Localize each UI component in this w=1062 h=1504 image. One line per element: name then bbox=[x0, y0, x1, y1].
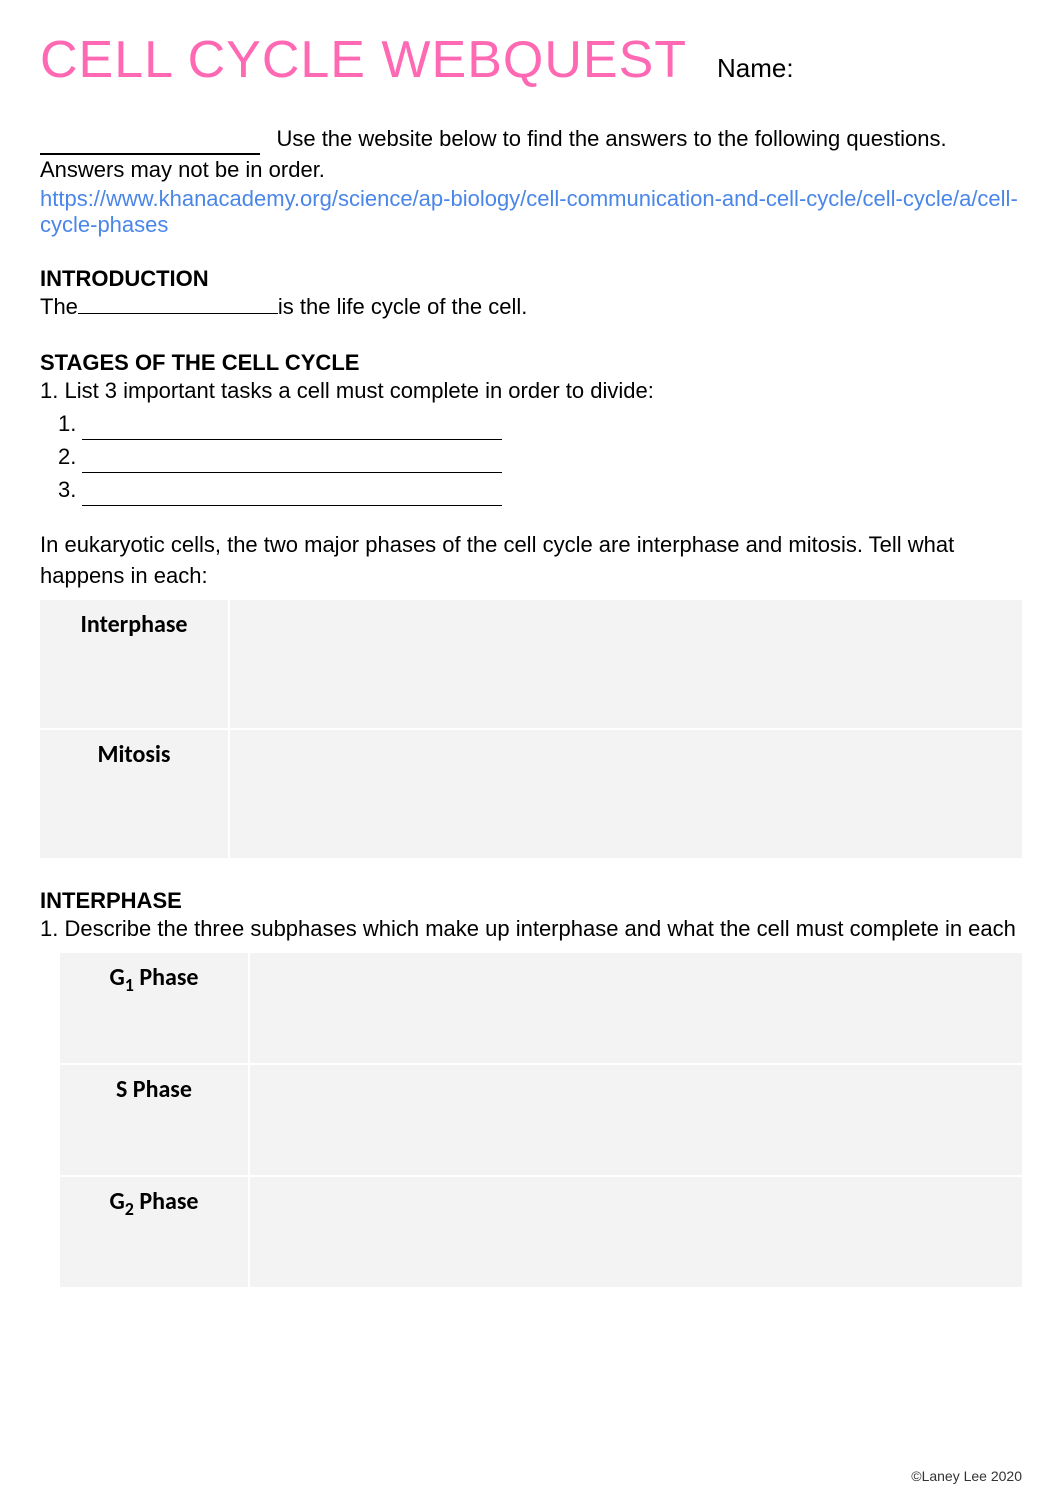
interphase-label: Interphase bbox=[40, 600, 230, 728]
mitosis-answer-cell[interactable] bbox=[230, 730, 1022, 858]
instructions-text-2: Answers may not be in order. bbox=[40, 155, 1022, 186]
task-item-3: 3. bbox=[58, 473, 1022, 506]
phases-table: Interphase Mitosis bbox=[40, 600, 1022, 860]
subphases-table: G1 Phase S Phase G2 Phase bbox=[60, 953, 1022, 1289]
copyright-text: ©Laney Lee 2020 bbox=[911, 1468, 1022, 1484]
task-item-2: 2. bbox=[58, 440, 1022, 473]
s-phase-label: S Phase bbox=[60, 1065, 250, 1175]
g2-phase-label: G2 Phase bbox=[60, 1177, 250, 1287]
section-interphase-heading: INTERPHASE bbox=[40, 888, 1022, 914]
interphase-answer-cell[interactable] bbox=[230, 600, 1022, 728]
intro-suffix: is the life cycle of the cell. bbox=[278, 292, 527, 323]
worksheet-title: CELL CYCLE WEBQUEST bbox=[40, 30, 687, 90]
section-stages-heading: STAGES OF THE CELL CYCLE bbox=[40, 350, 1022, 376]
intro-prefix: The bbox=[40, 292, 78, 323]
intro-blank[interactable] bbox=[78, 296, 278, 314]
interphase-q1: 1. Describe the three subphases which ma… bbox=[40, 914, 1022, 945]
task-blank-3[interactable] bbox=[82, 488, 502, 506]
task-item-1: 1. bbox=[58, 407, 1022, 440]
name-label: Name: bbox=[717, 53, 794, 84]
s-answer-cell[interactable] bbox=[250, 1065, 1022, 1175]
introduction-sentence: The is the life cycle of the cell. bbox=[40, 292, 1022, 323]
name-input-line[interactable] bbox=[40, 131, 260, 155]
section-introduction-heading: INTRODUCTION bbox=[40, 266, 1022, 292]
stages-q2: In eukaryotic cells, the two major phase… bbox=[40, 530, 1022, 592]
resource-link[interactable]: https://www.khanacademy.org/science/ap-b… bbox=[40, 186, 1022, 238]
g1-phase-label: G1 Phase bbox=[60, 953, 250, 1063]
task-blank-2[interactable] bbox=[82, 455, 502, 473]
task-blank-1[interactable] bbox=[82, 422, 502, 440]
mitosis-label: Mitosis bbox=[40, 730, 230, 858]
g1-answer-cell[interactable] bbox=[250, 953, 1022, 1063]
instructions-text-1: Use the website below to find the answer… bbox=[276, 126, 946, 151]
stages-q1: 1. List 3 important tasks a cell must co… bbox=[40, 376, 1022, 407]
g2-answer-cell[interactable] bbox=[250, 1177, 1022, 1287]
